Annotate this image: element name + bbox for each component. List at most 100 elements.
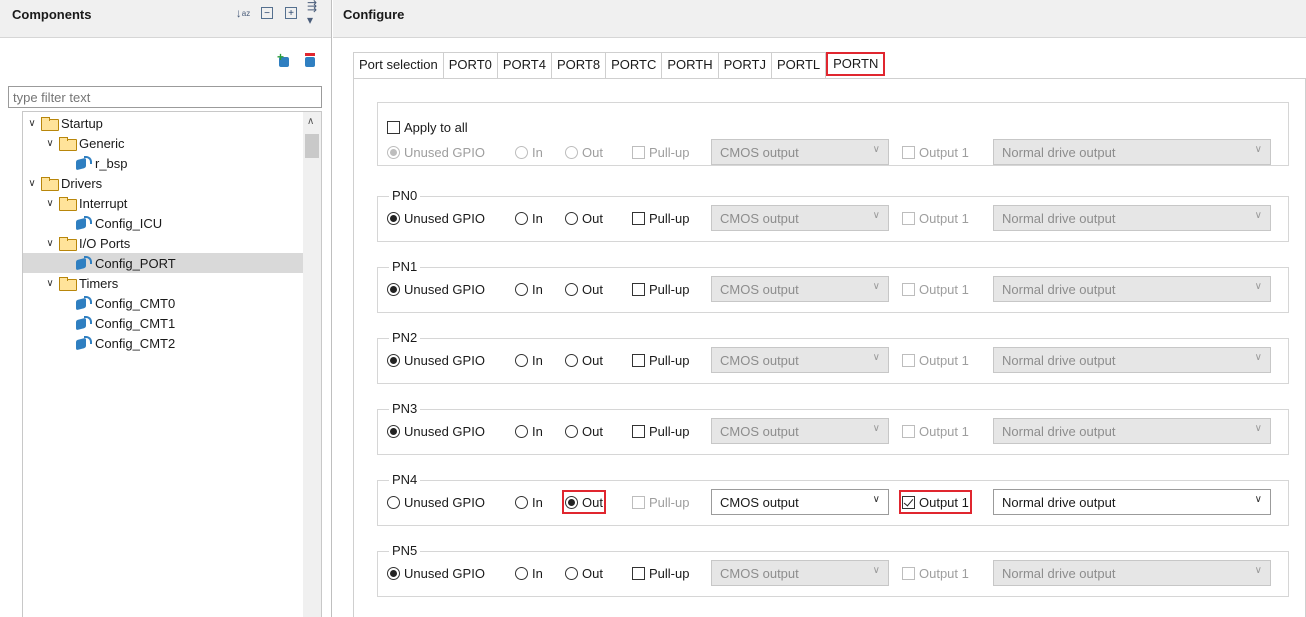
- chevron-down-icon[interactable]: ∨: [43, 198, 57, 209]
- out-radio[interactable]: Out: [565, 280, 603, 298]
- in-radio[interactable]: In: [515, 564, 543, 582]
- output-type-select: CMOS output ∨: [711, 205, 889, 231]
- unused-gpio-radio[interactable]: Unused GPIO: [387, 422, 485, 440]
- tab-portj[interactable]: PORTJ: [718, 52, 773, 78]
- checkbox-indicator[interactable]: [632, 353, 645, 367]
- radio-indicator[interactable]: [565, 211, 578, 225]
- scroll-thumb[interactable]: [305, 134, 319, 158]
- checkbox-indicator: [902, 424, 915, 438]
- scroll-up-icon[interactable]: ∧: [307, 116, 314, 127]
- tab-portn[interactable]: PORTN: [826, 52, 886, 76]
- checkbox-indicator[interactable]: [902, 495, 915, 509]
- chevron-down-icon[interactable]: ∨: [25, 178, 39, 189]
- tree-item[interactable]: Config_CMT1: [23, 313, 303, 333]
- drive-capacity-select[interactable]: Normal drive output ∨: [993, 489, 1271, 515]
- pullup-checkbox[interactable]: Pull-up: [632, 280, 689, 298]
- tab-port-selection[interactable]: Port selection: [353, 52, 444, 78]
- unused-gpio-radio[interactable]: Unused GPIO: [387, 280, 485, 298]
- radio-indicator[interactable]: [515, 424, 528, 438]
- pin-group-pn1: PN1 Unused GPIO In Out Pull-up CMOS output ∨ Ou…: [377, 259, 1289, 313]
- radio-indicator[interactable]: [565, 353, 578, 367]
- filter-input[interactable]: [8, 86, 322, 108]
- components-title: Components: [12, 7, 92, 22]
- tree-item[interactable]: Config_CMT0: [23, 293, 303, 313]
- out-radio[interactable]: Out: [562, 490, 606, 514]
- radio-indicator[interactable]: [387, 424, 400, 438]
- radio-indicator[interactable]: [515, 211, 528, 225]
- unused-gpio-radio[interactable]: Unused GPIO: [387, 564, 485, 582]
- tree-item[interactable]: ∨ I/O Ports: [23, 233, 303, 253]
- tree-item[interactable]: Config_ICU: [23, 213, 303, 233]
- radio-indicator[interactable]: [387, 353, 400, 367]
- pullup-checkbox-label: Pull-up: [649, 210, 690, 226]
- tree-item[interactable]: ∨ Timers: [23, 273, 303, 293]
- in-radio[interactable]: In: [515, 351, 543, 369]
- checkbox-indicator[interactable]: [632, 424, 645, 438]
- in-radio[interactable]: In: [515, 209, 543, 227]
- collapse-all-icon[interactable]: −: [259, 5, 275, 21]
- tree-item[interactable]: ∨ Drivers: [23, 173, 303, 193]
- pullup-checkbox[interactable]: Pull-up: [632, 351, 689, 369]
- chevron-down-icon[interactable]: ∨: [43, 138, 57, 149]
- out-radio[interactable]: Out: [565, 209, 603, 227]
- chevron-down-icon[interactable]: ∨: [43, 238, 57, 249]
- unused-gpio-radio[interactable]: Unused GPIO: [387, 351, 485, 369]
- output1-checkbox-label: Output 1: [919, 423, 969, 439]
- checkbox-indicator[interactable]: [632, 566, 645, 580]
- apply-to-all-checkbox[interactable]: Apply to all: [387, 118, 468, 136]
- radio-indicator[interactable]: [387, 566, 400, 580]
- tree-item[interactable]: ∨ Interrupt: [23, 193, 303, 213]
- pin-group-pn3: PN3 Unused GPIO In Out Pull-up CMOS output ∨ Ou…: [377, 401, 1289, 455]
- radio-indicator[interactable]: [515, 495, 528, 509]
- pullup-checkbox[interactable]: Pull-up: [632, 209, 689, 227]
- radio-indicator[interactable]: [515, 282, 528, 296]
- pullup-checkbox[interactable]: Pull-up: [632, 564, 689, 582]
- checkbox-indicator[interactable]: [632, 211, 645, 225]
- radio-indicator[interactable]: [387, 211, 400, 225]
- tab-porth[interactable]: PORTH: [662, 52, 719, 78]
- tree-item[interactable]: ∨ Startup: [23, 113, 303, 133]
- tab-port0[interactable]: PORT0: [443, 52, 498, 78]
- expand-all-icon[interactable]: +: [283, 5, 299, 21]
- tab-port8[interactable]: PORT8: [551, 52, 607, 78]
- output-type-select[interactable]: CMOS output ∨: [711, 489, 889, 515]
- view-menu-icon[interactable]: ⇶ ▾: [307, 0, 323, 27]
- unused-gpio-radio[interactable]: Unused GPIO: [387, 493, 485, 511]
- tab-port4[interactable]: PORT4: [497, 52, 552, 78]
- in-radio[interactable]: In: [515, 422, 543, 440]
- checkbox-indicator[interactable]: [632, 282, 645, 296]
- radio-indicator[interactable]: [515, 566, 528, 580]
- radio-indicator[interactable]: [387, 495, 400, 509]
- tree-scrollbar[interactable]: ∧: [303, 112, 321, 617]
- port-tabs: Port selection PORT0 PORT4 PORT8 PORTC PORTH P…: [353, 52, 886, 78]
- tree-item-label: Config_PORT: [95, 255, 176, 271]
- tree-item[interactable]: Config_PORT: [23, 253, 303, 273]
- radio-indicator[interactable]: [565, 495, 578, 509]
- radio-indicator[interactable]: [565, 424, 578, 438]
- radio-indicator[interactable]: [515, 353, 528, 367]
- tab-portl[interactable]: PORTL: [772, 52, 827, 78]
- chevron-down-icon[interactable]: ∨: [25, 118, 39, 129]
- tree-item[interactable]: r_bsp: [23, 153, 303, 173]
- checkbox-indicator[interactable]: [387, 120, 400, 134]
- add-component-icon[interactable]: +: [277, 50, 291, 67]
- radio-indicator[interactable]: [565, 566, 578, 580]
- chevron-down-icon[interactable]: ∨: [43, 278, 57, 289]
- tab-portc[interactable]: PORTC: [606, 52, 663, 78]
- output1-checkbox[interactable]: Output 1: [899, 490, 972, 514]
- radio-indicator[interactable]: [565, 282, 578, 296]
- tree-item[interactable]: ∨ Generic: [23, 133, 303, 153]
- out-radio[interactable]: Out: [565, 351, 603, 369]
- remove-component-icon[interactable]: [303, 53, 317, 67]
- in-radio[interactable]: In: [515, 493, 543, 511]
- out-radio[interactable]: Out: [565, 422, 603, 440]
- output1-checkbox: Output 1: [902, 143, 969, 161]
- tree-item[interactable]: Config_CMT2: [23, 333, 303, 353]
- out-radio[interactable]: Out: [565, 564, 603, 582]
- pullup-checkbox[interactable]: Pull-up: [632, 422, 689, 440]
- output-type-select-value: CMOS output: [720, 352, 799, 368]
- radio-indicator[interactable]: [387, 282, 400, 296]
- in-radio[interactable]: In: [515, 280, 543, 298]
- sort-alphabetical-icon[interactable]: ↓ a z: [235, 5, 251, 21]
- unused-gpio-radio[interactable]: Unused GPIO: [387, 209, 485, 227]
